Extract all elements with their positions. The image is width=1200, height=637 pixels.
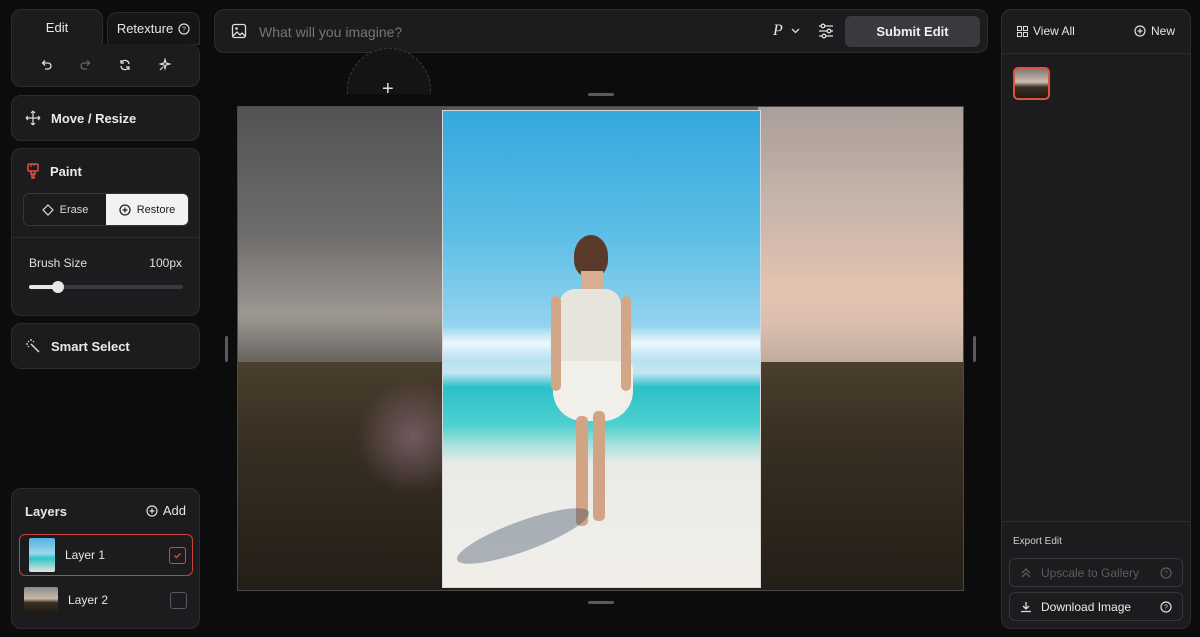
tab-retexture[interactable]: Retexture ? [107, 12, 200, 45]
plus-icon[interactable]: + [382, 79, 394, 99]
layer-item-1[interactable]: Layer 1 [19, 534, 193, 576]
plus-circle-icon [1134, 25, 1146, 37]
svg-text:?: ? [182, 26, 186, 33]
help-icon[interactable]: ? [1160, 566, 1172, 579]
layer-1-checkbox[interactable] [169, 546, 186, 564]
new-label: New [1150, 24, 1175, 38]
paint-header[interactable]: Paint [12, 149, 199, 193]
sky-left [238, 107, 448, 367]
magic-wand-icon [25, 338, 41, 354]
model-select[interactable]: P [773, 22, 800, 40]
resize-handle-bottom[interactable] [588, 601, 614, 604]
resize-handle-left[interactable] [225, 336, 228, 362]
brush-size-label: Brush Size [29, 256, 88, 270]
move-resize-label: Move / Resize [51, 110, 137, 126]
help-icon[interactable]: ? [178, 22, 190, 35]
erase-button[interactable]: Erase [24, 194, 106, 225]
paint-divider [12, 237, 199, 238]
image-icon[interactable] [231, 23, 247, 39]
eraser-icon [41, 203, 54, 216]
model-label: P [773, 22, 783, 39]
upscale-label: Upscale to Gallery [1041, 565, 1140, 580]
paint-title: Paint [50, 163, 82, 179]
smart-select-button[interactable]: Smart Select [11, 323, 200, 369]
layer-2-thumbnail [24, 587, 58, 613]
erase-label: Erase [59, 203, 89, 216]
download-label: Download Image [1041, 599, 1132, 614]
svg-text:?: ? [1164, 604, 1168, 611]
brush-size-value: 100px [149, 256, 182, 270]
layers-panel: Layers Add Layer 1 Layer 2 [11, 488, 200, 629]
mode-tabs: Edit Retexture ? [11, 9, 200, 87]
figure-arm-right [621, 296, 631, 391]
move-resize-button[interactable]: Move / Resize [11, 95, 200, 141]
layer-1-thumbnail [29, 538, 55, 572]
layer-1-image[interactable] [442, 110, 761, 588]
prompt-bar: P Submit Edit [214, 9, 988, 53]
submit-edit-label: Submit Edit [876, 24, 949, 39]
download-button[interactable]: Download Image ? [1009, 592, 1183, 621]
prompt-input[interactable] [259, 21, 729, 43]
view-all-button[interactable]: View All [1017, 24, 1075, 38]
paint-panel: Paint Erase Restore Brush Size 100px [11, 148, 200, 316]
gallery-thumbnail[interactable] [1013, 67, 1050, 100]
tab-edit[interactable]: Edit [11, 9, 103, 45]
figure-leg-right [593, 411, 605, 521]
check-icon [174, 552, 181, 558]
add-layer-button[interactable]: Add [146, 503, 186, 518]
figure-arm-left [551, 296, 561, 391]
tab-retexture-label: Retexture [116, 21, 174, 36]
grid-icon [1017, 25, 1028, 37]
chevrons-up-icon [1020, 567, 1032, 579]
move-icon [25, 110, 41, 126]
help-icon[interactable]: ? [1160, 600, 1172, 613]
layer-item-2[interactable]: Layer 2 [19, 579, 193, 621]
plus-circle-icon [146, 504, 158, 517]
refresh-icon[interactable] [115, 55, 135, 75]
gallery-panel: View All New Export Edit Upscale to Gall… [1001, 9, 1191, 629]
chevron-down-icon [791, 28, 800, 34]
gallery-divider [1002, 53, 1190, 54]
layer-2-label: Layer 2 [68, 593, 109, 607]
smart-select-label: Smart Select [51, 338, 130, 354]
download-icon [1020, 601, 1032, 613]
resize-handle-top[interactable] [588, 93, 614, 96]
add-layer-label: Add [162, 503, 186, 518]
undo-icon[interactable] [36, 55, 56, 75]
brush-slider-knob[interactable] [52, 281, 65, 293]
layer-1-label: Layer 1 [65, 548, 106, 562]
svg-text:?: ? [1164, 570, 1168, 577]
layers-title: Layers [25, 504, 67, 519]
edit-canvas[interactable] [237, 106, 964, 591]
plus-circle-icon [119, 203, 131, 216]
restore-label: Restore [136, 203, 176, 216]
history-toolbar [11, 44, 200, 87]
new-button[interactable]: New [1134, 24, 1175, 38]
brush-icon [26, 163, 40, 179]
view-all-label: View All [1033, 24, 1075, 38]
submit-edit-button[interactable]: Submit Edit [845, 16, 980, 47]
brush-size-slider[interactable] [29, 281, 183, 293]
redo-icon[interactable] [76, 55, 96, 75]
restore-button[interactable]: Restore [106, 194, 188, 225]
layer-2-checkbox[interactable] [170, 591, 187, 609]
sky-right [758, 107, 963, 367]
paint-mode-toggle: Erase Restore [23, 193, 189, 226]
sliders-icon[interactable] [817, 22, 835, 40]
export-divider [1002, 521, 1190, 522]
export-edit-title: Export Edit [1013, 536, 1062, 547]
tab-edit-label: Edit [45, 20, 69, 35]
sparkle-icon[interactable] [155, 55, 175, 75]
upscale-button[interactable]: Upscale to Gallery ? [1009, 558, 1183, 587]
resize-handle-right[interactable] [973, 336, 976, 362]
